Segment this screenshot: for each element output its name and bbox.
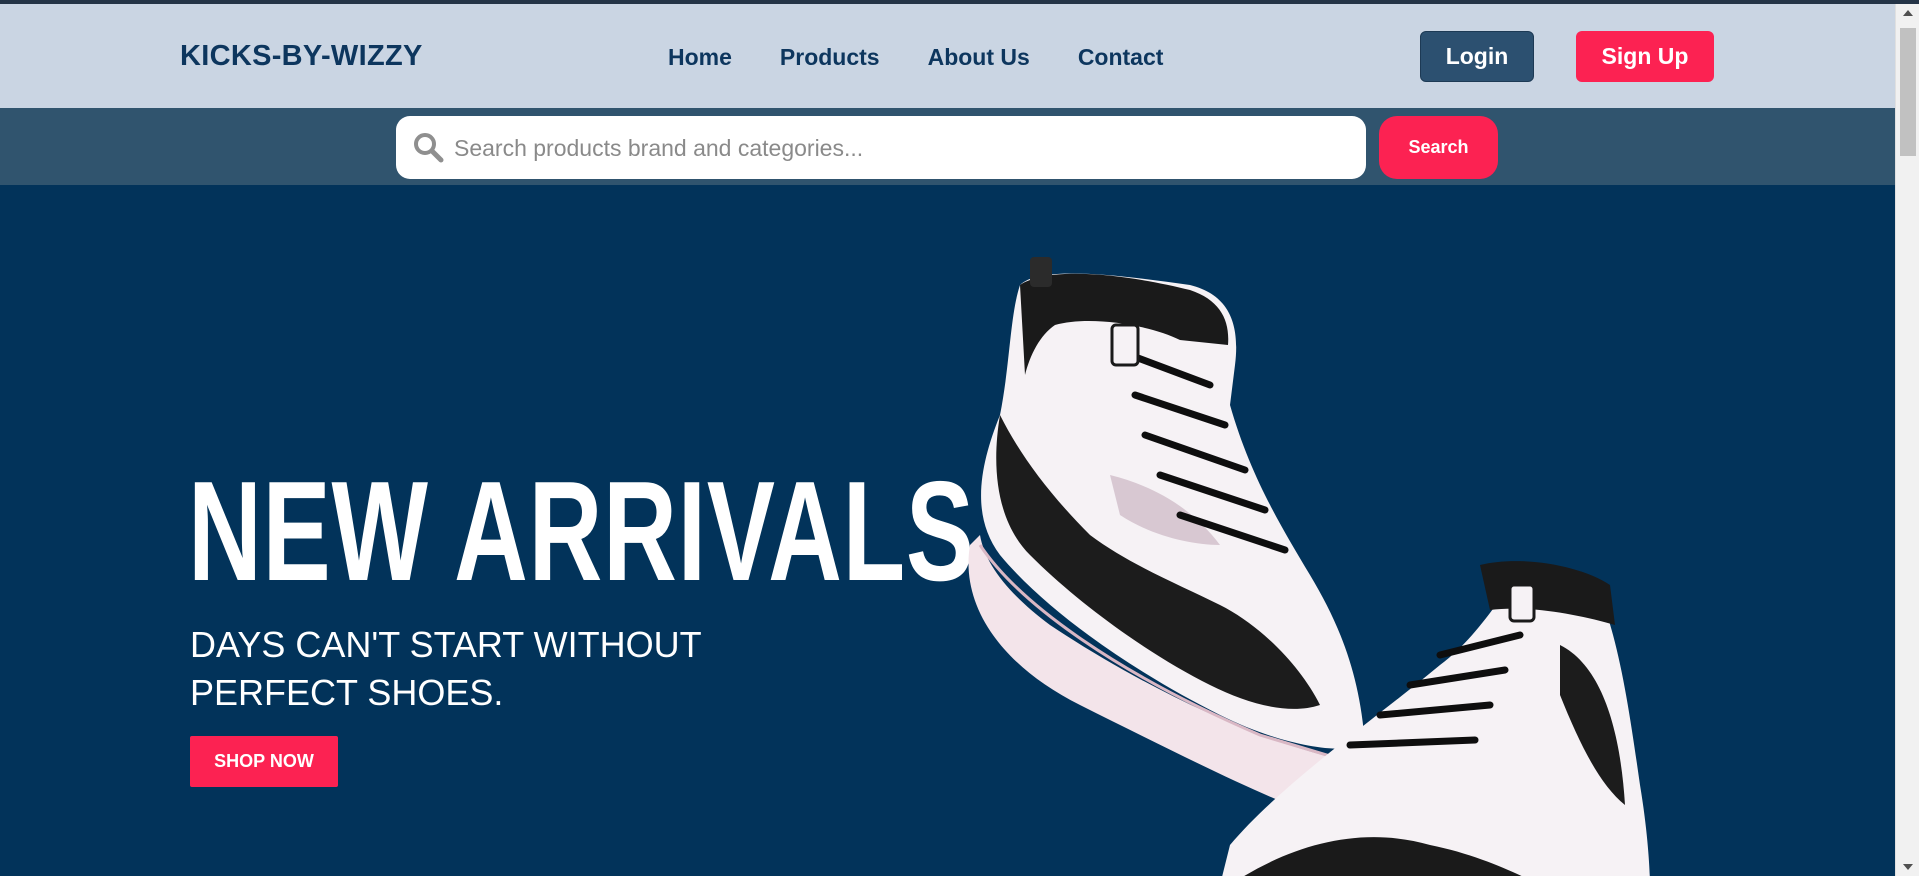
nav-link-contact[interactable]: Contact	[1078, 44, 1164, 71]
scroll-down-arrow-icon[interactable]	[1903, 864, 1913, 870]
scroll-up-arrow-icon[interactable]	[1903, 10, 1913, 16]
nav-link-products[interactable]: Products	[780, 44, 880, 71]
nav-link-home[interactable]: Home	[668, 44, 732, 71]
hero-banner: NEW ARRIVALS DAYS CAN'T START WITHOUT PE…	[0, 185, 1895, 876]
shop-now-button[interactable]: SHOP NOW	[190, 736, 338, 787]
vertical-scrollbar[interactable]	[1895, 4, 1919, 876]
main-nav: Home Products About Us Contact	[668, 44, 1211, 71]
search-icon	[414, 133, 444, 163]
search-bar: Search	[0, 108, 1895, 185]
site-header: KICKS-BY-WIZZY Home Products About Us Co…	[0, 4, 1895, 108]
nav-link-about-us[interactable]: About Us	[928, 44, 1030, 71]
sneaker-pair-image	[968, 257, 1650, 876]
site-logo[interactable]: KICKS-BY-WIZZY	[180, 40, 423, 73]
scroll-thumb[interactable]	[1900, 28, 1916, 156]
signup-button[interactable]: Sign Up	[1576, 31, 1714, 82]
search-button[interactable]: Search	[1379, 116, 1498, 179]
sneaker-front	[968, 257, 1365, 809]
login-button[interactable]: Login	[1420, 31, 1534, 82]
search-input[interactable]	[452, 124, 1346, 172]
hero-subtitle: DAYS CAN'T START WITHOUT PERFECT SHOES.	[190, 624, 701, 713]
hero-title: NEW ARRIVALS	[188, 452, 975, 611]
search-box	[396, 116, 1366, 179]
